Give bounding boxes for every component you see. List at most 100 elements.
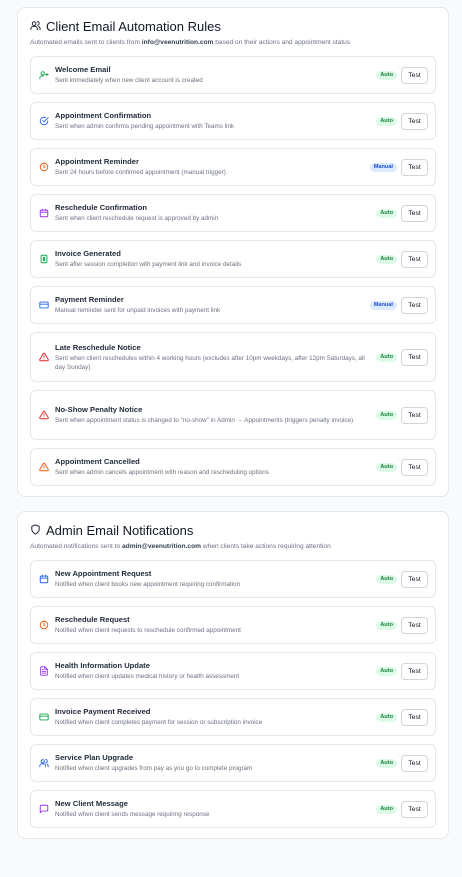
rule-actions: Auto Test: [376, 616, 428, 634]
test-button[interactable]: Test: [401, 66, 428, 84]
rule-description: Sent after session completion with payme…: [55, 261, 242, 268]
test-button[interactable]: Test: [401, 406, 428, 424]
rule-row-appointment-confirmation: Appointment Confirmation Sent when admin …: [30, 102, 436, 140]
rule-title: Service Plan Upgrade: [55, 753, 134, 762]
rule-text: Invoice Payment Received Notified when cl…: [55, 707, 370, 727]
credit-card-icon: [39, 712, 49, 722]
rule-text: Appointment Confirmation Sent when admin …: [55, 111, 370, 131]
subtitle-text: Automated emails sent to clients from: [30, 39, 142, 46]
rule-title: Invoice Payment Received: [55, 707, 151, 716]
trigger-badge: Auto: [376, 574, 397, 584]
rule-actions: Auto Test: [376, 708, 428, 726]
rule-description: Sent when admin confirms pending appoint…: [55, 123, 235, 130]
rule-text: Health Information Update Notified when c…: [55, 661, 370, 681]
rule-actions: Auto Test: [376, 570, 428, 588]
rule-row-service-plan-upgrade: Service Plan Upgrade Notified when client…: [30, 744, 436, 782]
invoice-icon: [39, 254, 49, 264]
trigger-badge: Auto: [376, 410, 397, 420]
rule-title: Payment Reminder: [55, 295, 124, 304]
rule-description: Notified when client completes payment f…: [55, 719, 263, 726]
rule-row-late-reschedule-notice: Late Reschedule Notice Sent when client r…: [30, 332, 436, 382]
trigger-badge: Auto: [376, 208, 397, 218]
subtitle-text: based on their actions and appointment s…: [213, 39, 351, 46]
rule-description: Sent 24 hours before confirmed appointme…: [55, 169, 226, 176]
admin-notifications-card: Admin Email Notifications Automated noti…: [17, 511, 449, 839]
rule-text: Reschedule Confirmation Sent when client …: [55, 203, 370, 223]
rule-row-no-show-penalty-notice: No-Show Penalty Notice Sent when appointm…: [30, 390, 436, 440]
admin-notifications-list: New Appointment Request Notified when cli…: [30, 560, 436, 828]
test-button[interactable]: Test: [401, 570, 428, 588]
rule-title: Health Information Update: [55, 661, 150, 670]
rule-text: Reschedule Request Notified when client r…: [55, 615, 370, 635]
trigger-badge: Auto: [376, 804, 397, 814]
rule-text: No-Show Penalty Notice Sent when appointm…: [55, 405, 370, 425]
rule-title: New Appointment Request: [55, 569, 152, 578]
rule-description: Notified when client books new appointme…: [55, 581, 241, 588]
trigger-badge: Auto: [376, 116, 397, 126]
test-button[interactable]: Test: [401, 158, 428, 176]
rule-row-appointment-reminder: Appointment Reminder Sent 24 hours before…: [30, 148, 436, 186]
page-title: Client Email Automation Rules: [46, 19, 221, 34]
test-button[interactable]: Test: [401, 250, 428, 268]
clock-icon: [39, 620, 49, 630]
client-rules-heading: Client Email Automation Rules: [30, 19, 436, 35]
check-circle-icon: [39, 116, 49, 126]
rule-actions: Auto Test: [376, 458, 428, 476]
rule-text: Welcome Email Sent immediately when new c…: [55, 65, 370, 85]
trigger-badge: Auto: [376, 254, 397, 264]
warning-icon: [39, 410, 49, 420]
test-button[interactable]: Test: [401, 616, 428, 634]
warning-icon: [39, 352, 49, 362]
trigger-badge: Auto: [376, 352, 397, 362]
users-icon: [39, 758, 49, 768]
test-button[interactable]: Test: [401, 662, 428, 680]
rule-actions: Auto Test: [376, 754, 428, 772]
rule-row-appointment-cancelled: Appointment Cancelled Sent when admin can…: [30, 448, 436, 486]
test-button[interactable]: Test: [401, 708, 428, 726]
trigger-badge: Auto: [376, 620, 397, 630]
rule-title: No-Show Penalty Notice: [55, 405, 143, 414]
test-button[interactable]: Test: [401, 800, 428, 818]
rule-row-payment-reminder: Payment Reminder Manual reminder sent for…: [30, 286, 436, 324]
rule-description: Sent when appointment status is changed …: [55, 417, 354, 424]
rule-text: New Appointment Request Notified when cli…: [55, 569, 370, 589]
rule-actions: Auto Test: [376, 112, 428, 130]
clock-icon: [39, 162, 49, 172]
users-icon: [30, 19, 41, 35]
rule-title: Reschedule Confirmation: [55, 203, 147, 212]
test-button[interactable]: Test: [401, 112, 428, 130]
rule-description: Notified when client requests to resched…: [55, 627, 241, 634]
rule-title: Welcome Email: [55, 65, 111, 74]
test-button[interactable]: Test: [401, 204, 428, 222]
test-button[interactable]: Test: [401, 754, 428, 772]
trigger-badge: Auto: [376, 758, 397, 768]
admin-notifications-subtitle: Automated notifications sent to admin@ve…: [30, 542, 436, 551]
rule-row-health-information-update: Health Information Update Notified when c…: [30, 652, 436, 690]
rule-text: Appointment Cancelled Sent when admin can…: [55, 457, 370, 477]
rule-row-invoice-payment-received: Invoice Payment Received Notified when cl…: [30, 698, 436, 736]
test-button[interactable]: Test: [401, 296, 428, 314]
rule-row-reschedule-request: Reschedule Request Notified when client r…: [30, 606, 436, 644]
rule-text: Invoice Generated Sent after session comp…: [55, 249, 370, 269]
rule-actions: Auto Test: [376, 66, 428, 84]
rule-actions: Auto Test: [376, 250, 428, 268]
test-button[interactable]: Test: [401, 348, 428, 366]
client-email-rules-card: Client Email Automation Rules Automated …: [17, 7, 449, 497]
trigger-badge: Auto: [376, 70, 397, 80]
trigger-badge: Auto: [376, 666, 397, 676]
rule-title: Reschedule Request: [55, 615, 130, 624]
rule-row-invoice-generated: Invoice Generated Sent after session comp…: [30, 240, 436, 278]
credit-card-icon: [39, 300, 49, 310]
rule-row-welcome-email: Welcome Email Sent immediately when new c…: [30, 56, 436, 94]
rule-row-new-appointment-request: New Appointment Request Notified when cli…: [30, 560, 436, 598]
page: Client Email Automation Rules Automated …: [0, 0, 462, 839]
trigger-badge: Auto: [376, 712, 397, 722]
rule-text: Payment Reminder Manual reminder sent for…: [55, 295, 364, 315]
rule-row-reschedule-confirmation: Reschedule Confirmation Sent when client …: [30, 194, 436, 232]
calendar-icon: [39, 574, 49, 584]
rule-actions: Auto Test: [376, 204, 428, 222]
document-icon: [39, 666, 49, 676]
rule-description: Notified when client updates medical his…: [55, 673, 240, 680]
test-button[interactable]: Test: [401, 458, 428, 476]
rule-actions: Auto Test: [376, 800, 428, 818]
